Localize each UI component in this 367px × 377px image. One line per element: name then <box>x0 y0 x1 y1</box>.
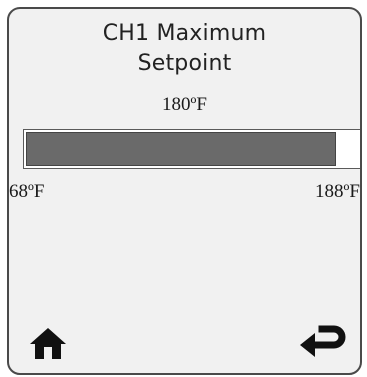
title-line-2: Setpoint <box>137 51 232 76</box>
slider-max-label: 188ºF <box>315 181 360 202</box>
setpoint-slider[interactable] <box>23 129 360 169</box>
return-arrow-icon <box>298 321 346 361</box>
back-button[interactable] <box>298 321 346 361</box>
title-line-1: CH1 Maximum <box>102 21 267 46</box>
setpoint-screen: CH1 Maximum Setpoint 180ºF 68ºF 188ºF <box>7 7 362 375</box>
setpoint-slider-fill <box>26 132 336 166</box>
slider-min-label: 68ºF <box>9 181 45 202</box>
page-title: CH1 Maximum Setpoint <box>9 19 360 79</box>
home-button[interactable] <box>29 325 67 361</box>
current-setpoint-value: 180ºF <box>162 94 207 115</box>
home-icon <box>29 325 67 361</box>
